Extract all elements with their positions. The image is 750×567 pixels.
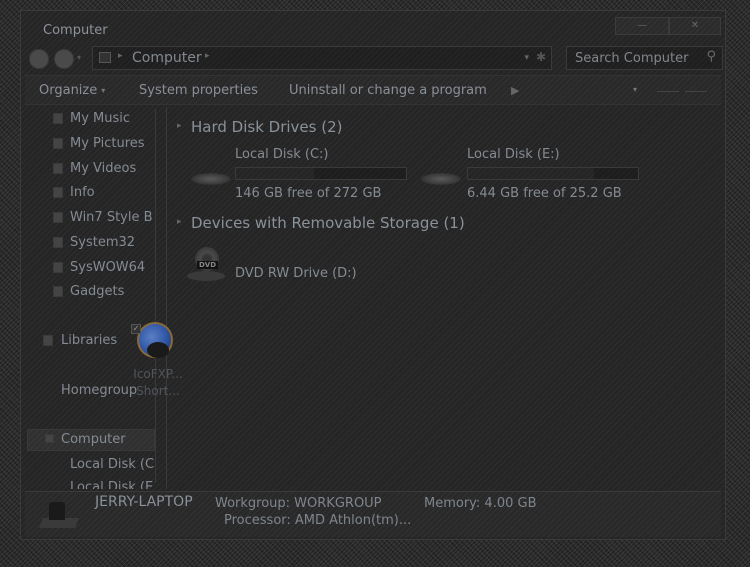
address-bar[interactable]: ▸ Computer ▸ ▾ ✱ [92,46,552,70]
desktop-shortcut-icofxp[interactable]: ✓ IcoFXP... Short... [127,322,187,402]
memory-info: Memory: 4.00 GB [424,496,537,511]
folder-icon [53,212,63,223]
breadcrumb-separator[interactable]: ▸ [205,51,210,61]
recent-pages-dropdown[interactable]: ▾ [77,53,81,62]
window-title: Computer [43,23,108,38]
drive-name-d[interactable]: DVD RW Drive (D:) [235,266,357,281]
help-button[interactable] [685,91,707,92]
breadcrumb-separator[interactable]: ▸ [118,51,123,61]
sidebar-item-libraries[interactable]: Libraries [61,333,117,348]
search-icon[interactable]: ⚲ [706,49,716,64]
breadcrumb-computer[interactable]: Computer [132,50,202,66]
search-input[interactable]: Search Computer [575,51,688,66]
drive-free-e: 6.44 GB free of 25.2 GB [467,186,622,201]
dvd-drive-icon: DVD [187,247,225,283]
sidebar-item-local-disk-e[interactable]: Local Disk (E [70,480,153,489]
folder-icon [53,262,63,273]
collapse-arrow-icon[interactable]: ▸ [177,217,182,227]
sidebar-item-system32[interactable]: System32 [70,235,135,250]
shortcut-label-line2: Short... [136,384,180,398]
window-controls: — ✕ [615,17,721,35]
drive-usage-bar-c [235,167,407,180]
uninstall-program-button[interactable]: Uninstall or change a program [289,83,487,98]
desktop-shortcut-label: IcoFXP... Short... [127,366,189,400]
sidebar-item-my-videos[interactable]: My Videos [70,161,136,176]
view-options-dropdown[interactable]: ▾ [633,85,637,94]
explorer-window: Computer — ✕ ▾ ▸ Computer ▸ ▾ ✱ Search C… [20,10,726,540]
address-dropdown-icon[interactable]: ▾ [524,53,529,63]
icofx-icon-shadow [147,342,169,358]
hard-disk-icon [421,173,461,185]
collapse-arrow-icon[interactable]: ▸ [177,121,182,131]
refresh-icon[interactable]: ✱ [536,50,546,64]
computer-icon [99,52,111,63]
sidebar-item-computer[interactable]: Computer [61,432,126,447]
drive-free-c: 146 GB free of 272 GB [235,186,382,201]
close-button[interactable]: ✕ [669,17,721,35]
back-button[interactable] [29,49,49,69]
sidebar-scrollbar[interactable] [155,109,166,483]
navigation-bar: ▾ ▸ Computer ▸ ▾ ✱ Search Computer ⚲ [25,45,723,71]
drive-name-e[interactable]: Local Disk (E:) [467,147,560,162]
folder-icon [53,113,63,124]
shortcut-label-line1: IcoFXP... [133,367,183,381]
more-commands-icon[interactable]: ▶ [511,84,519,97]
sidebar-item-gadgets[interactable]: Gadgets [70,284,124,299]
minimize-button[interactable]: — [615,17,669,35]
folder-icon [53,286,63,297]
folder-icon [53,187,63,198]
hard-disk-icon [191,173,231,185]
sidebar-item-info[interactable]: Info [70,185,95,200]
sidebar-item-syswow64[interactable]: SysWOW64 [70,260,145,275]
sidebar-item-my-music[interactable]: My Music [70,111,130,126]
chevron-down-icon: ▾ [101,86,106,95]
preview-pane-button[interactable] [657,91,679,92]
dvd-label: DVD [197,261,219,269]
drive-name-c[interactable]: Local Disk (C:) [235,147,328,162]
drive-base [187,271,225,281]
computer-icon [45,434,54,443]
sidebar-item-local-disk-c[interactable]: Local Disk (C [70,457,154,472]
search-box[interactable]: Search Computer ⚲ [566,46,723,70]
drive-usage-bar-e [467,167,639,180]
computer-monitor [49,502,65,520]
forward-button[interactable] [54,49,74,69]
content-pane: ▸ Hard Disk Drives (2) Local Disk (C:) 1… [169,107,721,489]
folder-icon [53,163,63,174]
drive-usage-fill-c [236,168,315,179]
group-header-removable-storage[interactable]: Devices with Removable Storage (1) [191,214,465,232]
computer-icon [39,500,79,530]
details-pane: JERRY-LAPTOP Workgroup: WORKGROUP Memory… [25,491,721,537]
organize-button[interactable]: Organize ▾ [39,83,105,98]
sidebar-item-homegroup[interactable]: Homegroup [61,383,137,398]
folder-icon [53,237,63,248]
group-header-hard-disk-drives[interactable]: Hard Disk Drives (2) [191,118,342,136]
checkbox-icon[interactable]: ✓ [131,324,141,334]
navigation-pane: My Music My Pictures My Videos Info Win7… [21,107,167,489]
drive-usage-fill-e [468,168,594,179]
organize-label: Organize [39,83,98,98]
computer-name: JERRY-LAPTOP [95,494,193,510]
command-bar: Organize ▾ System properties Uninstall or… [25,75,721,105]
processor-info: Processor: AMD Athlon(tm)... [224,513,412,528]
sidebar-item-my-pictures[interactable]: My Pictures [70,136,145,151]
libraries-icon [43,335,53,346]
system-properties-button[interactable]: System properties [139,83,258,98]
folder-icon [53,138,63,149]
workgroup-info: Workgroup: WORKGROUP [215,496,382,511]
sidebar-item-win7-style-b[interactable]: Win7 Style B [70,210,153,225]
